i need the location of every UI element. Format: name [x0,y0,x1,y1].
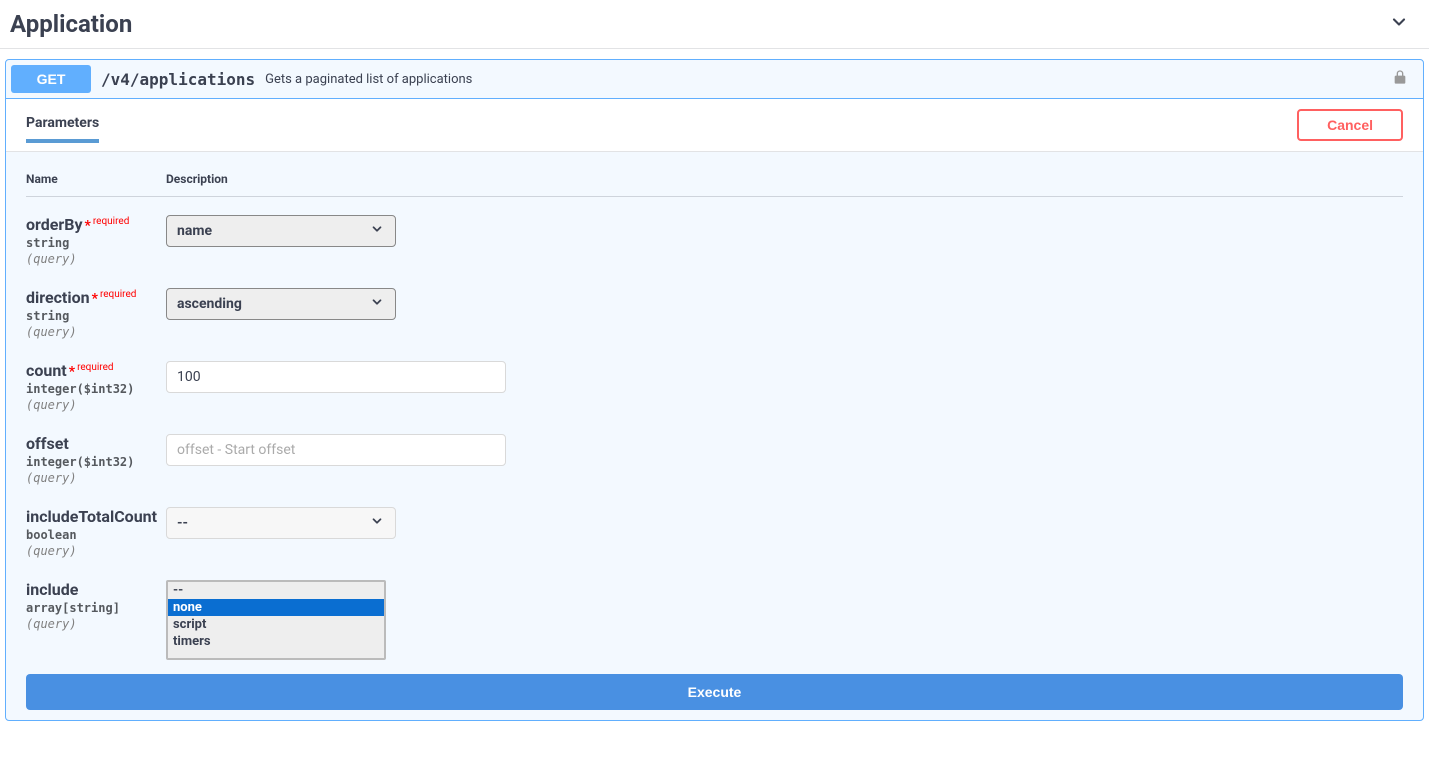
method-badge: GET [11,65,91,93]
param-in: (query) [26,325,166,339]
param-type: string [26,309,166,323]
param-includeTotalCount: includeTotalCount boolean (query) -- [26,499,1403,572]
opblock-get-applications: GET /v4/applications Gets a paginated li… [5,59,1424,721]
execute-button[interactable]: Execute [26,674,1403,710]
include-option[interactable]: none [168,599,384,616]
parameters-tab[interactable]: Parameters [26,107,99,143]
include-option[interactable]: -- [168,582,384,599]
param-name: includeTotalCount [26,507,157,526]
param-name: orderBy [26,215,83,234]
param-type: integer($int32) [26,382,166,396]
param-offset: offset integer($int32) (query) [26,426,1403,499]
param-in: (query) [26,617,166,631]
count-input[interactable] [166,361,506,393]
include-option[interactable]: script [168,616,384,633]
param-in: (query) [26,252,166,266]
direction-select[interactable]: ascending [166,288,396,320]
parameters-table: Name Description orderBy*required string… [6,152,1423,674]
required-text: required [93,216,129,227]
param-count: count*required integer($int32) (query) [26,353,1403,426]
param-name: offset [26,434,69,453]
required-text: required [77,362,113,373]
required-text: required [100,289,136,300]
opblock-body: Parameters Cancel Name Description order… [6,99,1423,720]
param-in: (query) [26,471,166,485]
required-star: * [92,291,98,307]
param-type: integer($int32) [26,455,166,469]
section-header[interactable]: Application [0,0,1429,49]
parameters-table-head: Name Description [26,172,1403,197]
param-include: include array[string] (query) -- none sc… [26,572,1403,674]
include-option[interactable]: timers [168,633,384,650]
cancel-button[interactable]: Cancel [1297,109,1403,141]
col-name: Name [26,172,166,186]
param-name: direction [26,288,90,307]
parameters-header: Parameters Cancel [6,99,1423,152]
offset-input[interactable] [166,434,506,466]
param-direction: direction*required string (query) ascend… [26,280,1403,353]
endpoint-summary: Gets a paginated list of applications [265,72,472,87]
lock-icon[interactable] [1392,69,1408,89]
includeTotalCount-select[interactable]: -- [166,507,396,539]
param-in: (query) [26,544,166,558]
param-type: string [26,236,166,250]
param-type: boolean [26,528,166,542]
required-star: * [85,218,91,234]
col-desc: Description [166,172,228,186]
section-title: Application [10,10,132,38]
param-orderBy: orderBy*required string (query) name [26,207,1403,280]
param-name: count [26,361,67,380]
include-multiselect[interactable]: -- none script timers [166,580,386,660]
orderBy-select[interactable]: name [166,215,396,247]
required-star: * [69,364,75,380]
opblock-summary[interactable]: GET /v4/applications Gets a paginated li… [6,60,1423,99]
param-type: array[string] [26,601,166,615]
chevron-down-icon [1389,12,1409,36]
endpoint-path: /v4/applications [101,70,255,89]
param-name: include [26,580,78,599]
param-in: (query) [26,398,166,412]
